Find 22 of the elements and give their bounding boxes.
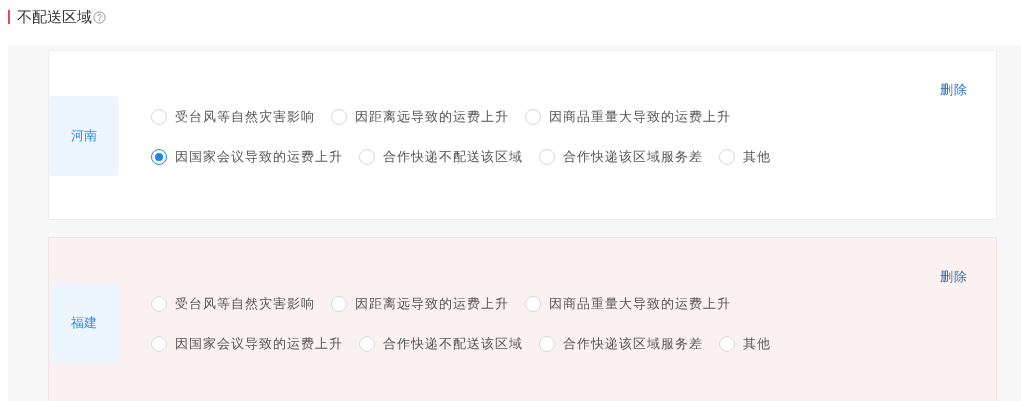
section-title: 不配送区域	[17, 7, 92, 27]
reason-label: 因商品重量大导致的运费上升	[549, 108, 731, 126]
delete-link[interactable]: 删除	[940, 81, 968, 99]
reason-label: 受台风等自然灾害影响	[175, 108, 315, 126]
reason-label: 因距离远导致的运费上升	[355, 295, 509, 313]
reason-label: 因商品重量大导致的运费上升	[549, 295, 731, 313]
delete-link[interactable]: 删除	[940, 268, 968, 286]
province-label: 福建	[49, 283, 119, 363]
reason-label: 合作快递该区域服务差	[563, 335, 703, 353]
reason-label: 其他	[743, 148, 771, 166]
help-icon[interactable]	[93, 10, 106, 24]
reason-label: 合作快递不配送该区域	[383, 335, 523, 353]
reason-label: 因国家会议导致的运费上升	[175, 335, 343, 353]
reason-label: 合作快递该区域服务差	[563, 148, 703, 166]
accent-bar	[8, 10, 10, 24]
reason-label: 受台风等自然灾害影响	[175, 295, 315, 313]
province-label: 河南	[49, 96, 119, 176]
reason-label: 因国家会议导致的运费上升	[175, 148, 343, 166]
reason-label: 因距离远导致的运费上升	[355, 108, 509, 126]
radio-button[interactable]	[151, 149, 167, 165]
reason-label: 合作快递不配送该区域	[383, 148, 523, 166]
reason-label: 其他	[743, 335, 771, 353]
